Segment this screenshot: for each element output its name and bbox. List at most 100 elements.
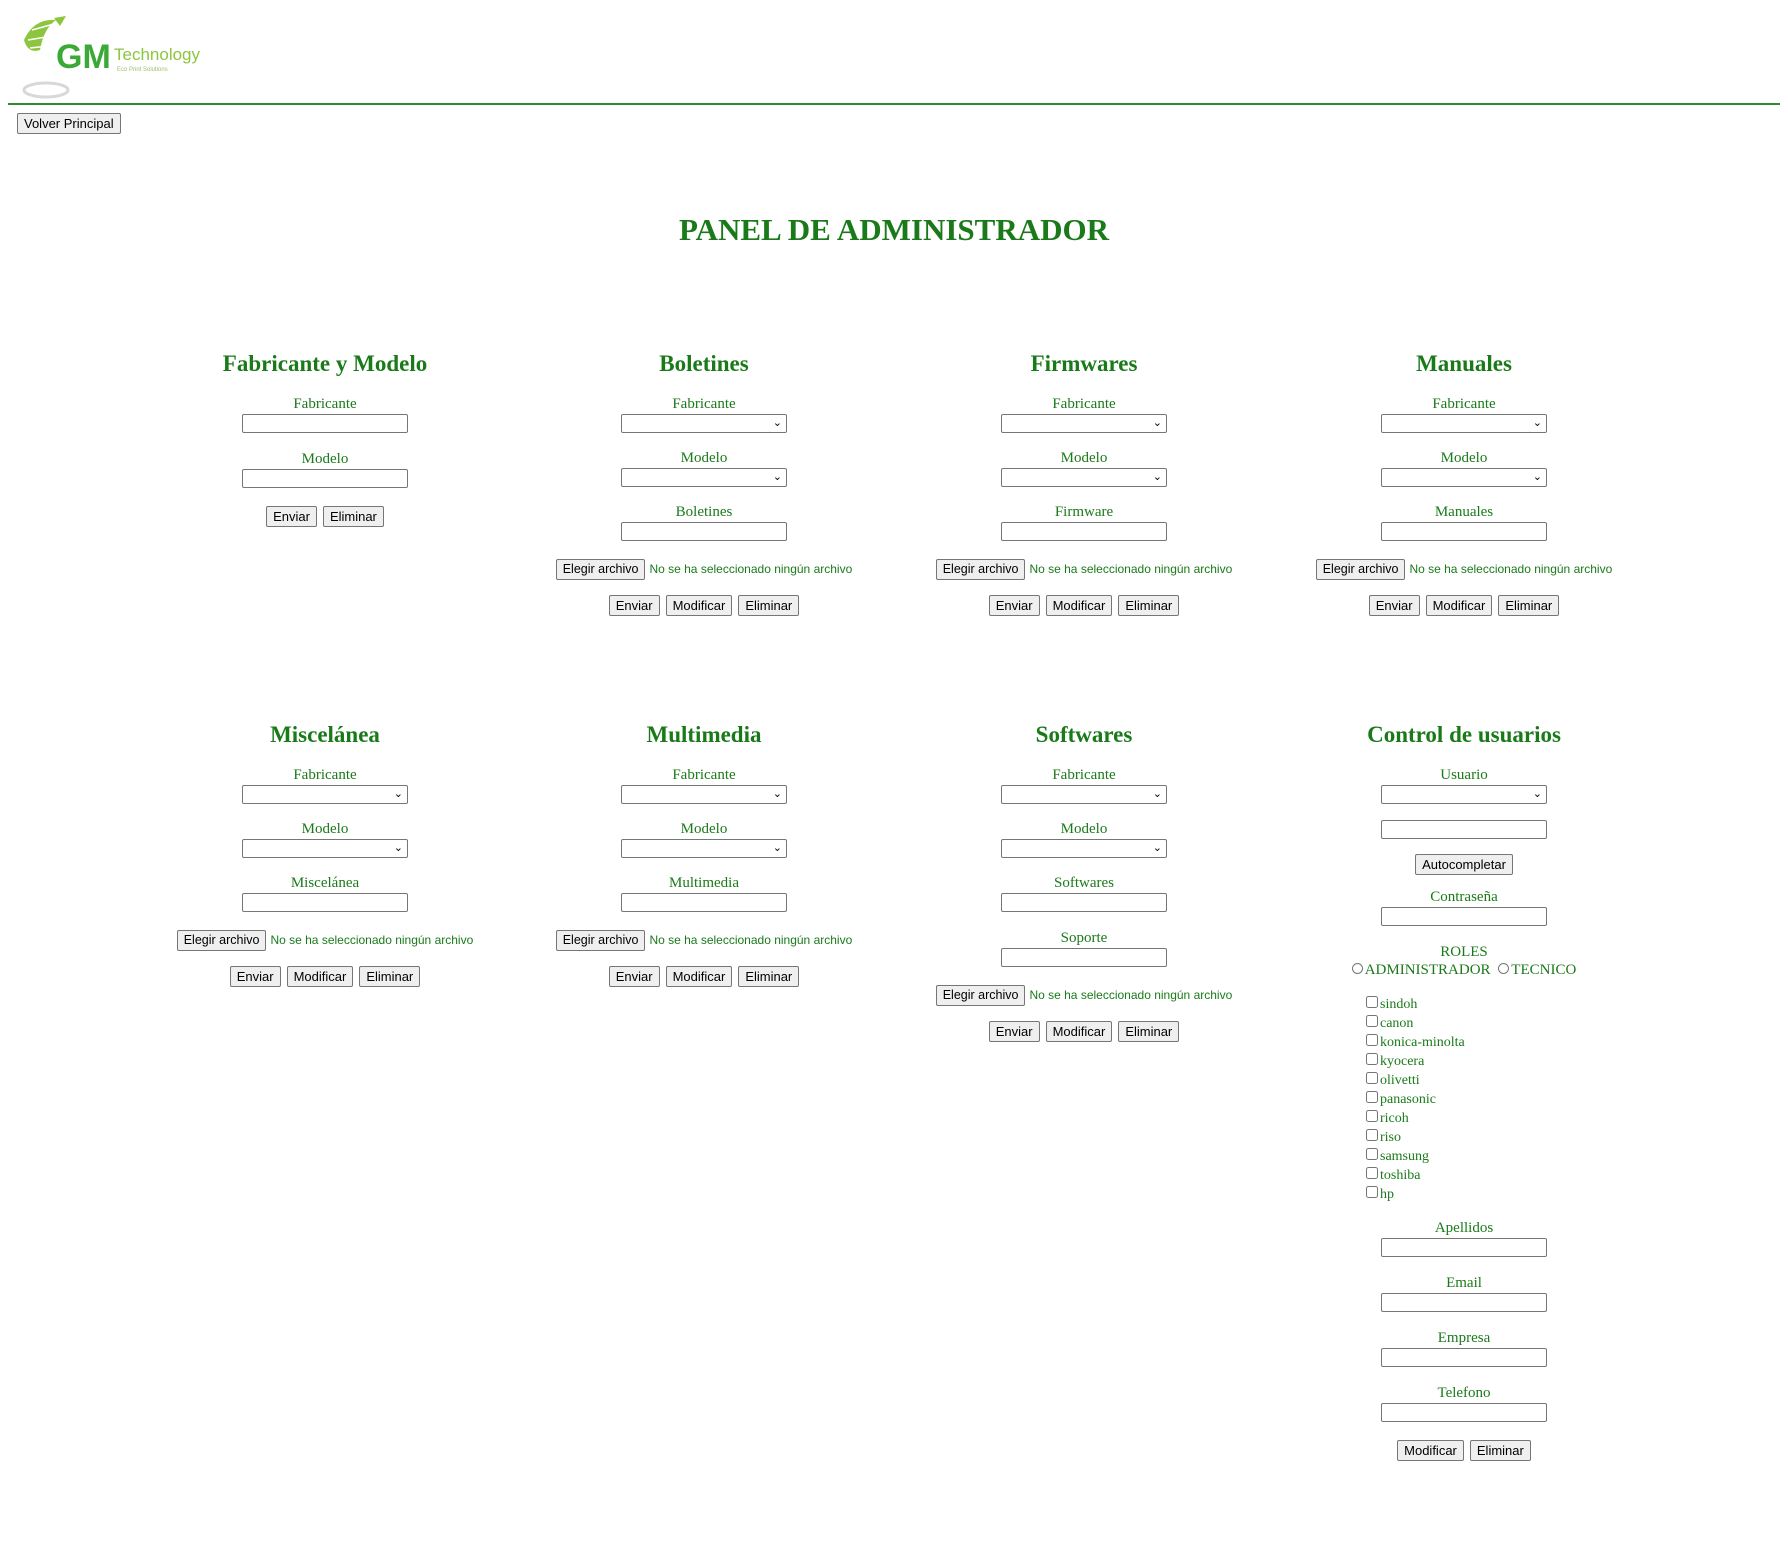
- brand-item-kyocera[interactable]: kyocera: [1366, 1052, 1486, 1071]
- email-input[interactable]: [1381, 1293, 1547, 1312]
- brand-checkbox[interactable]: [1366, 1110, 1378, 1122]
- brand-item-olivetti[interactable]: olivetti: [1366, 1071, 1486, 1090]
- fabricante-select[interactable]: ⌄: [1001, 414, 1167, 433]
- boletines-label: Boletines: [675, 504, 733, 520]
- brand-item-sindoh[interactable]: sindoh: [1366, 995, 1486, 1014]
- brand-checkbox[interactable]: [1366, 1186, 1378, 1198]
- usuario-select[interactable]: ⌄: [1381, 785, 1547, 804]
- autocompletar-button[interactable]: Autocompletar: [1415, 854, 1513, 875]
- panel-firmwares: Firmwares Fabricante ⌄ Modelo ⌄ Firmware…: [894, 350, 1274, 616]
- eliminar-button[interactable]: Eliminar: [1469, 1440, 1531, 1461]
- elegir-archivo-button[interactable]: Elegir archivo: [935, 559, 1026, 580]
- eliminar-button[interactable]: Eliminar: [359, 966, 421, 987]
- brand-item-toshiba[interactable]: toshiba: [1366, 1166, 1486, 1185]
- empresa-input[interactable]: [1381, 1348, 1547, 1367]
- elegir-archivo-button[interactable]: Elegir archivo: [555, 559, 646, 580]
- enviar-button[interactable]: Enviar: [988, 1021, 1040, 1042]
- fabricante-select[interactable]: ⌄: [621, 785, 787, 804]
- modificar-button[interactable]: Modificar: [1397, 1440, 1464, 1461]
- eliminar-button[interactable]: Eliminar: [1498, 595, 1560, 616]
- fabricante-select[interactable]: ⌄: [1381, 414, 1547, 433]
- eliminar-button[interactable]: Eliminar: [738, 595, 800, 616]
- eliminar-button[interactable]: Eliminar: [738, 966, 800, 987]
- eliminar-button[interactable]: Eliminar: [1118, 595, 1180, 616]
- brand-item-samsung[interactable]: samsung: [1366, 1147, 1486, 1166]
- multimedia-input[interactable]: [621, 893, 787, 912]
- fabricante-input[interactable]: [242, 414, 408, 433]
- enviar-button[interactable]: Enviar: [988, 595, 1040, 616]
- brand-checkbox[interactable]: [1366, 1053, 1378, 1065]
- elegir-archivo-button[interactable]: Elegir archivo: [1315, 559, 1406, 580]
- fabricante-select[interactable]: ⌄: [242, 785, 408, 804]
- role-option-administrador[interactable]: ADMINISTRADOR: [1351, 962, 1491, 978]
- role-radio-tecnico[interactable]: [1498, 963, 1510, 974]
- modificar-button[interactable]: Modificar: [1425, 595, 1493, 616]
- fabricante-select[interactable]: ⌄: [621, 414, 787, 433]
- fabricante-select[interactable]: ⌄: [1001, 785, 1167, 804]
- eliminar-button[interactable]: Eliminar: [322, 506, 384, 527]
- enviar-button[interactable]: Enviar: [1368, 595, 1420, 616]
- modelo-select[interactable]: ⌄: [1381, 468, 1547, 487]
- file-picker: Elegir archivo No se ha seleccionado ning…: [135, 930, 515, 951]
- manuales-input[interactable]: [1381, 522, 1547, 541]
- file-picker: Elegir archivo No se ha seleccionado ning…: [1274, 559, 1654, 580]
- brand-item-hp[interactable]: hp: [1366, 1185, 1486, 1204]
- contrasena-label: Contraseña: [1430, 889, 1498, 905]
- brand-checkbox[interactable]: [1366, 1148, 1378, 1160]
- apellidos-label: Apellidos: [1434, 1220, 1494, 1236]
- softwares-label: Softwares: [1054, 875, 1114, 891]
- enviar-button[interactable]: Enviar: [608, 595, 660, 616]
- modificar-button[interactable]: Modificar: [665, 595, 733, 616]
- boletines-input[interactable]: [621, 522, 787, 541]
- brand-label: olivetti: [1380, 1073, 1420, 1088]
- role-radio-administrador[interactable]: [1351, 963, 1363, 974]
- enviar-button[interactable]: Enviar: [608, 966, 660, 987]
- elegir-archivo-button[interactable]: Elegir archivo: [935, 985, 1026, 1006]
- modelo-input[interactable]: [242, 469, 408, 488]
- soporte-label: Soporte: [1060, 930, 1108, 946]
- panel-control-usuarios: Control de usuarios Usuario ⌄ Autocomple…: [1274, 721, 1654, 1461]
- modificar-button[interactable]: Modificar: [665, 966, 733, 987]
- volver-principal-button[interactable]: Volver Principal: [17, 113, 121, 134]
- brand-item-canon[interactable]: canon: [1366, 1014, 1486, 1033]
- modificar-button[interactable]: Modificar: [286, 966, 354, 987]
- brand-checkbox[interactable]: [1366, 1034, 1378, 1046]
- elegir-archivo-button[interactable]: Elegir archivo: [555, 930, 646, 951]
- enviar-button[interactable]: Enviar: [266, 506, 317, 527]
- eliminar-button[interactable]: Eliminar: [1118, 1021, 1180, 1042]
- brand-checkbox[interactable]: [1366, 1129, 1378, 1141]
- modelo-select[interactable]: ⌄: [1001, 839, 1167, 858]
- soporte-input[interactable]: [1001, 948, 1167, 967]
- enviar-button[interactable]: Enviar: [229, 966, 281, 987]
- telefono-input[interactable]: [1381, 1403, 1547, 1422]
- panel-boletines: Boletines Fabricante ⌄ Modelo ⌄ Boletine…: [514, 350, 894, 616]
- brand-checkbox[interactable]: [1366, 1091, 1378, 1103]
- elegir-archivo-button[interactable]: Elegir archivo: [176, 930, 267, 951]
- softwares-input[interactable]: [1001, 893, 1167, 912]
- firmware-input[interactable]: [1001, 522, 1167, 541]
- brand-checkbox[interactable]: [1366, 1167, 1378, 1179]
- brand-item-riso[interactable]: riso: [1366, 1128, 1486, 1147]
- brand-checkbox[interactable]: [1366, 1015, 1378, 1027]
- chevron-down-icon: ⌄: [1152, 841, 1162, 854]
- contrasena-input[interactable]: [1381, 907, 1547, 926]
- brand-label: canon: [1380, 1016, 1414, 1031]
- modificar-button[interactable]: Modificar: [1045, 1021, 1113, 1042]
- modificar-button[interactable]: Modificar: [1045, 595, 1113, 616]
- brand-checkbox[interactable]: [1366, 1072, 1378, 1084]
- brand-checkbox[interactable]: [1366, 996, 1378, 1008]
- modelo-select[interactable]: ⌄: [1001, 468, 1167, 487]
- apellidos-input[interactable]: [1381, 1238, 1547, 1257]
- role-option-tecnico[interactable]: TECNICO: [1498, 962, 1576, 978]
- modelo-select[interactable]: ⌄: [621, 468, 787, 487]
- chevron-down-icon: ⌄: [1152, 787, 1162, 800]
- modelo-select[interactable]: ⌄: [621, 839, 787, 858]
- brand-item-panasonic[interactable]: panasonic: [1366, 1090, 1486, 1109]
- modelo-select[interactable]: ⌄: [242, 839, 408, 858]
- miscelanea-input[interactable]: [242, 893, 408, 912]
- brand-item-ricoh[interactable]: ricoh: [1366, 1109, 1486, 1128]
- brand-label: hp: [1380, 1187, 1394, 1202]
- brand-item-konica-minolta[interactable]: konica-minolta: [1366, 1033, 1486, 1052]
- usuario-input[interactable]: [1381, 820, 1547, 839]
- brand-label: panasonic: [1380, 1092, 1436, 1107]
